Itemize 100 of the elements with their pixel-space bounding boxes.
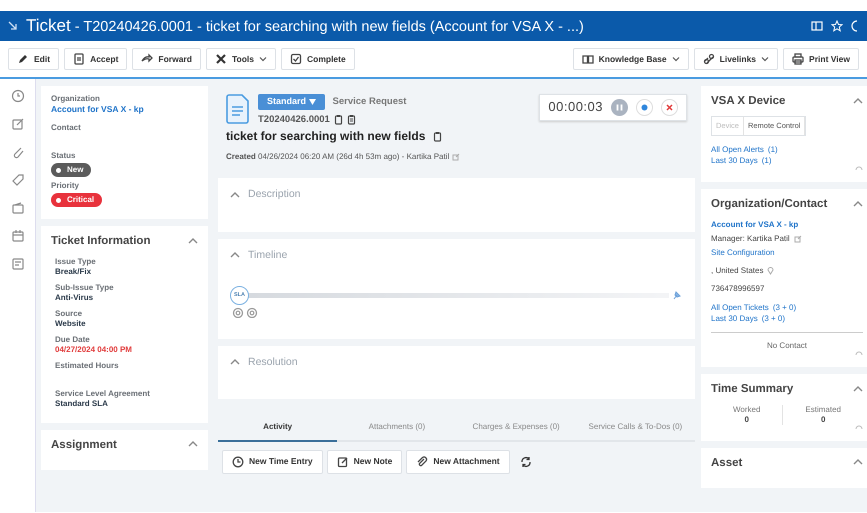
forward-icon — [141, 53, 154, 65]
form-icon[interactable] — [10, 257, 24, 271]
field-label: Sub-Issue Type — [55, 282, 115, 293]
field-label: Source — [55, 308, 84, 319]
created-info: Created 04/26/2024 06:20 AM (26d 4h 53m ago) - — [226, 152, 406, 162]
card-title: Organization/Contact — [711, 197, 828, 212]
section-title: Timeline — [248, 248, 288, 262]
toolbar-button[interactable]: Forward — [132, 48, 201, 70]
organization-link[interactable]: Account for VSA X - kp — [51, 104, 144, 114]
chevron-up-icon — [853, 384, 863, 392]
pause-button[interactable] — [611, 99, 628, 116]
calendar-icon[interactable] — [10, 229, 24, 243]
window-title: Ticket — [26, 15, 71, 37]
field-value: Website — [55, 318, 87, 329]
clock-icon[interactable] — [10, 89, 24, 103]
card-title: Ticket Information — [51, 234, 150, 249]
caret-icon — [308, 98, 316, 105]
status-badge: Critical — [51, 193, 102, 208]
site-link[interactable]: Site Configuration — [711, 248, 863, 258]
field-label: Service Level Agreement — [55, 388, 151, 399]
no-contact-text: No Contact — [766, 341, 808, 352]
status-badge: New — [51, 163, 92, 178]
external-link-icon — [794, 234, 802, 243]
field-label: Status — [51, 151, 76, 162]
map-pin-icon — [767, 266, 774, 276]
summary-label: Estimated — [804, 404, 842, 414]
ticket-number: T20240426.0001 — [258, 114, 330, 126]
chevron-up-icon — [853, 96, 863, 104]
edit-icon[interactable] — [10, 117, 24, 131]
arrow-icon — [8, 21, 18, 31]
field-label: Estimated Hours — [55, 360, 120, 371]
panel-icon[interactable] — [811, 20, 823, 32]
tag-icon[interactable] — [10, 173, 24, 187]
manager-text: Manager: Kartika Patil — [711, 234, 790, 244]
wallet-icon[interactable] — [10, 201, 24, 215]
book-icon — [582, 53, 594, 65]
field-value: 04/27/2024 04:00 PM — [55, 344, 133, 355]
summary-value: 0 — [743, 414, 750, 424]
clipboard-icon[interactable] — [433, 131, 442, 142]
link-count: (1) — [768, 144, 778, 154]
field-label: Priority — [51, 181, 80, 192]
tab[interactable]: Activity — [218, 414, 338, 442]
star-icon[interactable] — [831, 20, 843, 32]
activity-button[interactable]: New Attachment — [406, 450, 510, 474]
toolbar-button[interactable]: Livelinks — [694, 48, 778, 70]
clipboard-icon[interactable] — [346, 114, 356, 125]
link-count: (3 + 0) — [772, 302, 796, 312]
target-icon — [246, 306, 258, 318]
link-icon — [702, 53, 715, 65]
note-icon — [336, 456, 349, 468]
toolbar-button[interactable]: Edit — [8, 48, 60, 70]
close-button[interactable] — [661, 99, 678, 116]
link-count: (3 + 0) — [762, 314, 786, 323]
clock-icon — [232, 456, 244, 468]
card-title: Asset — [711, 456, 742, 470]
field-value: Standard SLA — [55, 398, 109, 409]
field-label: Due Date — [55, 334, 91, 345]
paperclip-icon — [416, 456, 428, 468]
chevron-up-icon — [853, 458, 863, 466]
chevron-up-icon — [853, 200, 863, 208]
external-link-icon — [452, 153, 460, 162]
field-label: Contact — [51, 123, 82, 134]
author-link[interactable]: Kartika Patil — [406, 152, 450, 162]
clipboard-icon[interactable] — [334, 114, 343, 125]
field-value: Break/Fix — [55, 266, 92, 277]
summary-value: 0 — [820, 414, 826, 424]
phone-number: 736478996597 — [711, 284, 766, 294]
summary-label: Worked — [732, 404, 762, 414]
toolbar-button[interactable]: Tools — [206, 48, 276, 70]
activity-button[interactable]: New Note — [326, 450, 402, 474]
account-link[interactable]: Account for VSA X - kp — [711, 220, 863, 230]
record-button[interactable] — [636, 99, 653, 116]
link[interactable]: All Open Alerts — [711, 144, 764, 154]
chevron-up-icon — [230, 358, 240, 365]
location-text: , United States — [711, 266, 764, 276]
link[interactable]: Last 30 Days — [711, 314, 758, 323]
chevron-up-icon — [188, 237, 198, 244]
activity-button[interactable]: New Time Entry — [222, 450, 323, 474]
toolbar-button[interactable]: Accept — [64, 48, 128, 70]
chevron-up-icon — [230, 190, 240, 198]
link[interactable]: All Open Tickets — [711, 302, 769, 312]
document-icon — [73, 53, 86, 65]
checkbox-icon — [290, 53, 302, 65]
pin-icon — [672, 290, 681, 300]
card-title: Time Summary — [711, 382, 794, 396]
printer-icon — [792, 53, 804, 65]
card-title: VSA X Device — [711, 94, 786, 108]
section-title: Resolution — [248, 356, 298, 369]
field-label: Organization — [51, 94, 101, 104]
link-count: (1) — [762, 156, 772, 165]
toolbar-button[interactable]: Knowledge Base — [572, 48, 689, 70]
ticket-category: Service Request — [332, 96, 406, 108]
chevron-up-icon — [230, 250, 240, 258]
pencil-icon — [17, 53, 29, 65]
toolbar-button[interactable]: Print View — [783, 48, 859, 70]
link[interactable]: Last 30 Days — [711, 156, 758, 165]
document-icon — [226, 94, 250, 124]
ticket-title: ticket for searching with new fields — [226, 129, 426, 144]
card-title: Assignment — [51, 438, 117, 452]
toolbar-button[interactable]: Complete — [280, 48, 355, 70]
